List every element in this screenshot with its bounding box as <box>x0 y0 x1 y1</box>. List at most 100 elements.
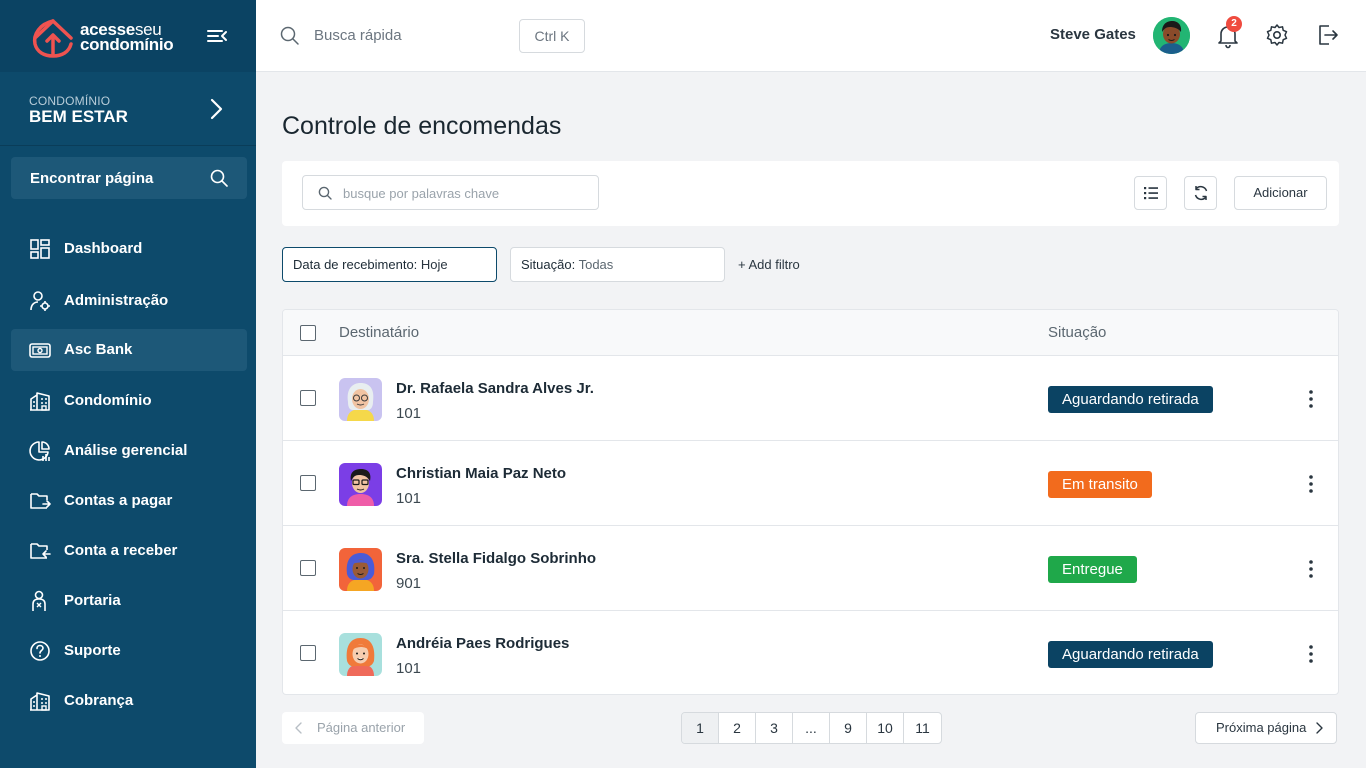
recipient-name: Sra. Stella Fidalgo Sobrinho <box>396 550 597 567</box>
table-row[interactable]: Christian Maia Paz Neto 101 Em transito <box>283 441 1338 526</box>
add-button[interactable]: Adicionar <box>1234 176 1327 210</box>
sidebar-item-asc-bank[interactable]: Asc Bank <box>11 329 247 371</box>
collapse-menu-icon[interactable] <box>206 26 228 46</box>
sidebar-item-label: Conta a receber <box>64 542 178 559</box>
logo-text: acesseseu condomínio <box>80 21 174 54</box>
avatar <box>339 548 382 591</box>
previous-page-button[interactable]: Página anterior <box>282 712 424 744</box>
chevron-right-icon[interactable] <box>206 96 226 122</box>
table-row[interactable]: Dr. Rafaela Sandra Alves Jr. 101 Aguarda… <box>283 356 1338 441</box>
recipient-unit: 901 <box>396 575 422 592</box>
column-header-recipient[interactable]: Destinatário <box>339 324 419 341</box>
add-filter-link[interactable]: + Add filtro <box>738 257 800 272</box>
sidebar-item-label: Cobrança <box>64 692 134 709</box>
row-checkbox[interactable] <box>300 390 316 406</box>
kebab-menu-icon[interactable] <box>1305 643 1317 665</box>
dashboard-icon <box>30 239 50 259</box>
kebab-menu-icon[interactable] <box>1305 473 1317 495</box>
user-name[interactable]: Steve Gates <box>1050 26 1136 43</box>
filter-label: Situação: <box>521 257 576 272</box>
sidebar-item-cobranca[interactable]: Cobrança <box>11 680 247 722</box>
page-button[interactable]: 11 <box>904 713 941 743</box>
find-page-label: Encontrar página <box>30 170 154 187</box>
sidebar-item-label: Administração <box>64 292 169 309</box>
page-button[interactable]: 2 <box>719 713 756 743</box>
doorman-icon <box>32 590 46 611</box>
avatar-illustration <box>339 633 382 676</box>
topbar: Busca rápida Ctrl K Steve Gates 2 <box>256 0 1366 72</box>
table-row[interactable]: Andréia Paes Rodrigues 101 Aguardando re… <box>283 611 1338 694</box>
list-view-button[interactable] <box>1134 176 1167 210</box>
refresh-icon <box>1194 185 1208 201</box>
filter-receipt-date[interactable]: Data de recebimento: Hoje <box>282 247 497 282</box>
quick-search-input[interactable]: Busca rápida <box>314 27 402 44</box>
search-icon <box>210 169 228 187</box>
select-all-checkbox[interactable] <box>300 325 316 341</box>
logo-word-3: condomínio <box>80 35 174 54</box>
filter-status[interactable]: Situação: Todas <box>510 247 725 282</box>
page-button[interactable]: 9 <box>830 713 867 743</box>
recipient-name: Dr. Rafaela Sandra Alves Jr. <box>396 380 594 397</box>
avatar-illustration <box>339 378 382 421</box>
sidebar-item-contas-a-pagar[interactable]: Contas a pagar <box>11 480 247 522</box>
bank-icon <box>29 343 51 358</box>
next-page-button[interactable]: Próxima página <box>1195 712 1337 744</box>
table-row[interactable]: Sra. Stella Fidalgo Sobrinho 901 Entregu… <box>283 526 1338 611</box>
recipient-name: Andréia Paes Rodrigues <box>396 635 570 652</box>
sidebar-item-suporte[interactable]: Suporte <box>11 630 247 672</box>
table-header: Destinatário Situação <box>283 310 1338 356</box>
status-badge: Em transito <box>1048 471 1152 498</box>
avatar <box>339 633 382 676</box>
avatar[interactable] <box>1153 17 1190 54</box>
sidebar-item-label: Suporte <box>64 642 121 659</box>
page-ellipsis: ... <box>793 713 830 743</box>
avatar-illustration <box>339 548 382 591</box>
search-icon <box>318 186 332 200</box>
gear-icon[interactable] <box>1265 23 1289 47</box>
payable-icon <box>30 493 51 509</box>
list-icon <box>1144 187 1158 200</box>
page-button[interactable]: 10 <box>867 713 904 743</box>
sidebar-item-analise-gerencial[interactable]: Análise gerencial <box>11 430 247 472</box>
status-badge: Aguardando retirada <box>1048 641 1213 668</box>
keyword-search[interactable] <box>302 175 599 210</box>
logo[interactable]: acesseseu condomínio <box>30 16 174 58</box>
sidebar-item-dashboard[interactable]: Dashboard <box>11 228 247 270</box>
support-icon <box>30 641 50 661</box>
shortcut-hint: Ctrl K <box>519 19 585 53</box>
sidebar-item-administracao[interactable]: Administração <box>11 280 247 322</box>
row-checkbox[interactable] <box>300 475 316 491</box>
logout-icon[interactable] <box>1316 23 1340 47</box>
condo-label: CONDOMÍNIO <box>29 94 111 108</box>
row-checkbox[interactable] <box>300 645 316 661</box>
kebab-menu-icon[interactable] <box>1305 558 1317 580</box>
page-title: Controle de encomendas <box>282 112 562 140</box>
avatar <box>339 378 382 421</box>
billing-icon <box>30 692 50 711</box>
kebab-menu-icon[interactable] <box>1305 388 1317 410</box>
row-checkbox[interactable] <box>300 560 316 576</box>
sidebar-item-label: Portaria <box>64 592 121 609</box>
sidebar-item-label: Análise gerencial <box>64 442 188 459</box>
refresh-button[interactable] <box>1184 176 1217 210</box>
chevron-left-icon <box>295 722 302 734</box>
avatar-illustration <box>339 463 382 506</box>
column-header-status[interactable]: Situação <box>1048 324 1106 341</box>
notification-badge: 2 <box>1226 16 1242 32</box>
page-button[interactable]: 1 <box>682 713 719 743</box>
sidebar-item-label: Asc Bank <box>64 341 133 358</box>
filter-value: Hoje <box>420 257 448 272</box>
page-button[interactable]: 3 <box>756 713 793 743</box>
next-page-label: Próxima página <box>1216 720 1307 735</box>
status-badge: Entregue <box>1048 556 1137 583</box>
find-page-button[interactable]: Encontrar página <box>11 157 247 199</box>
search-icon[interactable] <box>280 26 300 46</box>
sidebar-item-condominio[interactable]: Condomínio <box>11 380 247 422</box>
filter-value: Todas <box>578 257 614 272</box>
keyword-search-input[interactable] <box>343 183 583 203</box>
recipient-name: Christian Maia Paz Neto <box>396 465 567 482</box>
sidebar-item-conta-a-receber[interactable]: Conta a receber <box>11 530 247 572</box>
building-icon <box>30 392 50 411</box>
status-badge: Aguardando retirada <box>1048 386 1213 413</box>
sidebar-item-portaria[interactable]: Portaria <box>11 580 247 622</box>
